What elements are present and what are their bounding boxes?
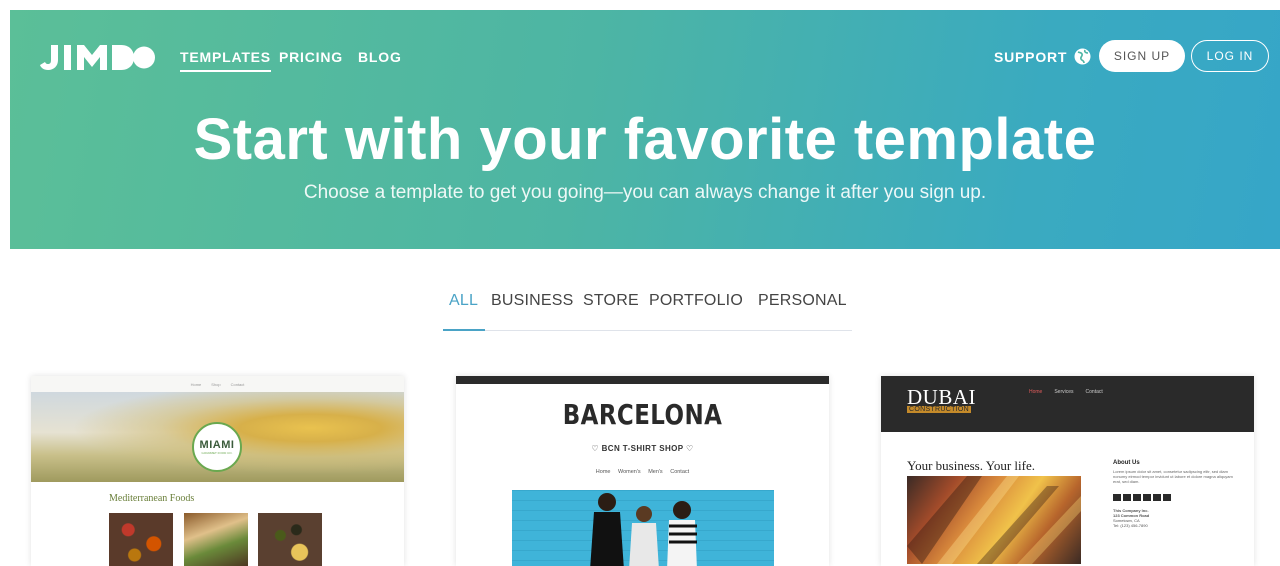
social-icon [1153, 494, 1161, 501]
hero-title: Start with your favorite template [193, 107, 1097, 172]
social-icon [1143, 494, 1151, 501]
dubai-building-photo [907, 476, 1081, 564]
miami-nav-item: Shop [211, 381, 221, 387]
signup-button[interactable]: SIGN UP [1099, 40, 1185, 72]
login-button[interactable]: LOG IN [1191, 40, 1269, 72]
social-icon [1123, 494, 1131, 501]
miami-nav-item: Contact [230, 381, 245, 387]
jimdo-logo-mark [40, 45, 155, 70]
template-card-miami[interactable]: Home Shop Contact MIAMI GOURMET FOOD CO.… [31, 376, 404, 566]
barcelona-title: BARCELONA [562, 398, 723, 431]
barcelona-nav-item: Men's [648, 469, 663, 475]
miami-nav-item: Home [190, 381, 202, 387]
dubai-headline: Your business. Your life. [907, 458, 1035, 473]
dubai-architecture-pattern [907, 476, 1081, 564]
spices-photo [109, 513, 173, 566]
social-icon [1113, 494, 1121, 501]
dubai-nav-item: Home [1029, 389, 1043, 395]
filter-store[interactable]: STORE [583, 292, 639, 310]
miami-heading: Mediterranean Foods [109, 493, 195, 504]
dubai-about-heading: About Us [1113, 460, 1140, 466]
nav-blog[interactable]: BLOG [358, 49, 402, 65]
dubai-nav-item: Services [1054, 389, 1074, 395]
miami-logo-text: MIAMI [199, 439, 235, 451]
barcelona-subtitle: ♡ BCN T-SHIRT SHOP ♡ [591, 444, 694, 453]
miami-logo-sub: GOURMET FOOD CO. [201, 451, 233, 455]
jimdo-logo[interactable] [39, 43, 155, 71]
globe-icon [1074, 48, 1091, 65]
template-filter-tabs: ALL BUSINESS STORE PORTFOLIO PERSONAL [443, 292, 852, 331]
dubai-tag: CONSTRUCTION [907, 406, 971, 413]
dubai-nav-item: Contact [1085, 389, 1103, 395]
olives-photo [258, 513, 322, 566]
support-link[interactable]: SUPPORT [994, 48, 1091, 65]
filter-business[interactable]: BUSINESS [491, 292, 574, 310]
filter-personal[interactable]: PERSONAL [758, 292, 847, 310]
social-icon [1133, 494, 1141, 501]
barcelona-preview-nav: Home Women's Men's Contact [456, 469, 829, 475]
template-card-dubai[interactable]: DUBAI CONSTRUCTION Home Services Contact… [881, 376, 1254, 566]
dubai-social-icons [1113, 494, 1171, 501]
dubai-preview-header: DUBAI CONSTRUCTION Home Services Contact [881, 376, 1254, 432]
dubai-address-line: Tel: (123) 456-7890 [1113, 523, 1148, 528]
hero-subtitle: Choose a template to get you going—you c… [303, 182, 987, 203]
support-label: SUPPORT [994, 48, 1068, 65]
filter-portfolio[interactable]: PORTFOLIO [649, 292, 743, 310]
hero-banner: TEMPLATES PRICING BLOG SUPPORT SIGN UP L… [10, 10, 1280, 249]
social-icon [1163, 494, 1171, 501]
dubai-address: This Company Inc. 123 Common Road Someto… [1113, 508, 1149, 528]
nav-pricing[interactable]: PRICING [279, 49, 343, 65]
dubai-preview-nav: Home Services Contact [1029, 389, 1103, 395]
active-filter-indicator [443, 329, 485, 331]
dubai-about-text: Lorem ipsum dolor sit amet, consetetur s… [1113, 469, 1233, 484]
barcelona-hero-photo [512, 490, 774, 566]
barcelona-nav-item: Home [595, 469, 611, 475]
miami-logo: MIAMI GOURMET FOOD CO. [192, 422, 242, 472]
barcelona-nav-item: Women's [618, 469, 641, 475]
nav-templates[interactable]: TEMPLATES [180, 49, 271, 72]
template-card-barcelona[interactable]: BARCELONA ♡ BCN T-SHIRT SHOP ♡ Home Wome… [456, 376, 829, 566]
barcelona-nav-item: Contact [670, 469, 690, 475]
barcelona-top-bar [456, 376, 829, 384]
barcelona-people-illustration [590, 493, 697, 566]
filter-all[interactable]: ALL [449, 292, 478, 310]
pasta-photo [184, 513, 248, 566]
miami-preview-nav: Home Shop Contact [31, 376, 404, 392]
